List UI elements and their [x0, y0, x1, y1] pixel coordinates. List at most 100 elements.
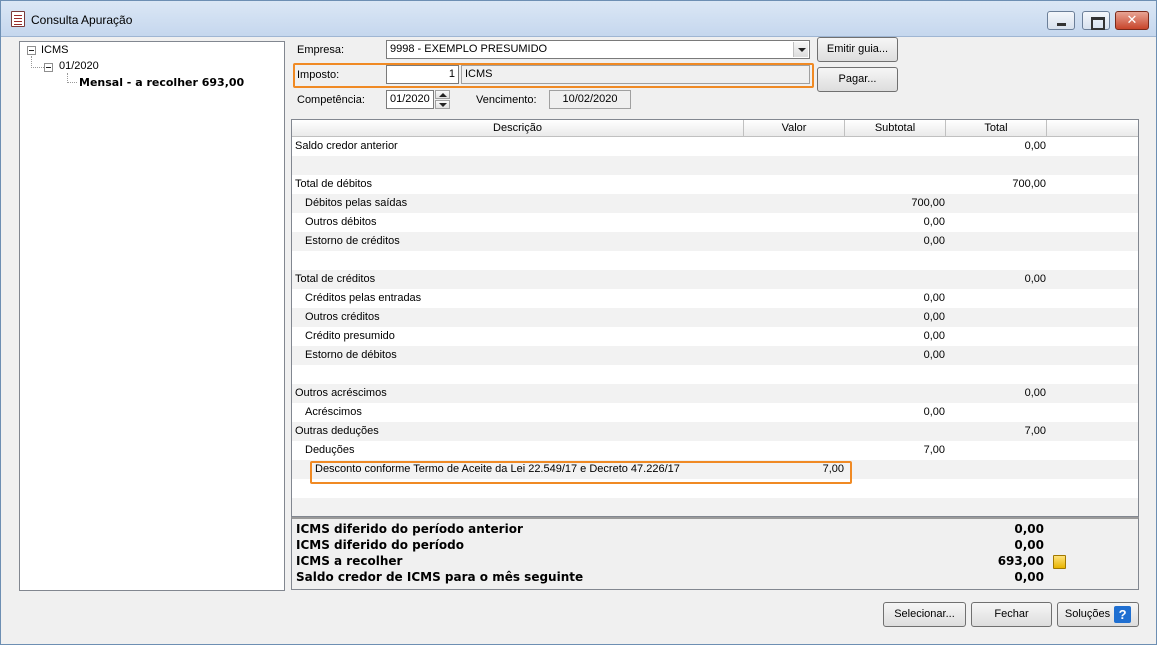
cell-total	[946, 308, 1046, 327]
cell-total	[946, 194, 1046, 213]
table-row[interactable]: Outros acréscimos 0,00	[292, 384, 1138, 403]
cell-valor	[744, 422, 844, 441]
table-row[interactable]: Outros créditos 0,00	[292, 308, 1138, 327]
cell-total: 0,00	[1024, 273, 1046, 285]
document-icon	[11, 11, 25, 27]
table-row[interactable]: Débitos pelas saídas 700,00	[292, 194, 1138, 213]
summary-value: 0,00	[1014, 538, 1044, 552]
cell-valor	[744, 289, 844, 308]
table-row[interactable]: Estorno de créditos 0,00	[292, 232, 1138, 251]
column-header-descricao[interactable]: Descrição	[292, 120, 744, 136]
cell-descricao: Débitos pelas saídas	[305, 197, 408, 209]
summary-label: ICMS a recolher	[296, 554, 403, 568]
table-row[interactable]: Créditos pelas entradas 0,00	[292, 289, 1138, 308]
cell-valor	[744, 137, 844, 156]
cell-valor	[744, 194, 844, 213]
cell-total: 0,00	[1024, 140, 1046, 152]
table-row[interactable]: Desconto conforme Termo de Aceite da Lei…	[292, 460, 1138, 479]
solucoes-button[interactable]: Soluções?	[1057, 602, 1139, 627]
table-row[interactable]: Saldo credor anterior 0,00	[292, 137, 1138, 156]
cell-valor	[744, 270, 844, 289]
selecionar-button[interactable]: Selecionar...	[883, 602, 966, 627]
table-row[interactable]: Crédito presumido 0,00	[292, 327, 1138, 346]
table-row[interactable]: Total de débitos 700,00	[292, 175, 1138, 194]
competencia-spinner[interactable]	[435, 90, 450, 109]
table-row[interactable]	[292, 365, 1138, 384]
tree-connector	[31, 67, 44, 68]
cell-total	[946, 403, 1046, 422]
tree-node-period[interactable]: 01/2020	[59, 60, 99, 72]
solucoes-label: Soluções	[1064, 608, 1111, 620]
collapse-icon[interactable]	[27, 46, 36, 55]
cell-valor	[744, 251, 844, 270]
spin-up-icon[interactable]	[435, 90, 450, 99]
pagar-button[interactable]: Pagar...	[817, 67, 898, 92]
summary-value: 0,00	[1014, 522, 1044, 536]
cell-descricao: Saldo credor anterior	[295, 140, 398, 152]
summary-row: ICMS diferido do período 0,00	[296, 538, 1136, 554]
apuracao-tree[interactable]: ICMS 01/2020 Mensal - a recolher 693,00	[19, 41, 285, 591]
close-icon: ✕	[1126, 12, 1138, 27]
cell-total	[946, 365, 1046, 384]
grid-header: Descrição Valor Subtotal Total	[292, 120, 1138, 137]
table-row[interactable]: Acréscimos 0,00	[292, 403, 1138, 422]
empresa-select[interactable]: 9998 - EXEMPLO PRESUMIDO	[386, 40, 810, 59]
cell-subtotal: 0,00	[923, 235, 945, 247]
competencia-input[interactable]: 01/2020	[386, 90, 434, 109]
empresa-label: Empresa:	[297, 44, 345, 56]
cell-subtotal	[845, 175, 945, 194]
cell-descricao: Créditos pelas entradas	[305, 292, 422, 304]
table-row[interactable]	[292, 251, 1138, 270]
cell-valor	[744, 175, 844, 194]
chevron-down-icon[interactable]	[793, 42, 808, 57]
calculator-icon[interactable]	[1053, 555, 1066, 569]
cell-valor	[744, 365, 844, 384]
cell-subtotal: 0,00	[923, 406, 945, 418]
cell-total	[946, 346, 1046, 365]
cell-subtotal	[845, 422, 945, 441]
competencia-label: Competência:	[297, 94, 365, 106]
table-row[interactable]: Total de créditos 0,00	[292, 270, 1138, 289]
cell-subtotal: 0,00	[923, 216, 945, 228]
vencimento-field: 10/02/2020	[549, 90, 631, 109]
emitir-guia-button[interactable]: Emitir guia...	[817, 37, 898, 62]
column-header-total[interactable]: Total	[946, 120, 1047, 136]
summary-label: Saldo credor de ICMS para o mês seguinte	[296, 570, 584, 584]
empresa-value: 9998 - EXEMPLO PRESUMIDO	[390, 43, 548, 55]
cell-valor	[744, 232, 844, 251]
cell-total	[946, 156, 1046, 175]
cell-descricao: Outros débitos	[305, 216, 377, 228]
summary-label: ICMS diferido do período	[296, 538, 464, 552]
spin-down-icon[interactable]	[435, 100, 450, 109]
tree-node-mensal[interactable]: Mensal - a recolher 693,00	[79, 76, 244, 89]
table-row[interactable]: Outras deduções 7,00	[292, 422, 1138, 441]
cell-total	[946, 251, 1046, 270]
column-header-valor[interactable]: Valor	[744, 120, 845, 136]
cell-valor	[744, 327, 844, 346]
collapse-icon[interactable]	[44, 63, 53, 72]
table-row[interactable]	[292, 156, 1138, 175]
table-row[interactable]: Estorno de débitos 0,00	[292, 346, 1138, 365]
table-row-empty	[292, 498, 1138, 516]
imposto-name-field: ICMS	[461, 65, 810, 84]
tree-node-icms[interactable]: ICMS	[41, 44, 69, 56]
apuracao-grid[interactable]: Descrição Valor Subtotal Total Saldo cre…	[291, 119, 1139, 517]
cell-descricao: Deduções	[305, 444, 355, 456]
imposto-code-input[interactable]: 1	[386, 65, 459, 84]
cell-total	[946, 232, 1046, 251]
close-button[interactable]: ✕	[1115, 11, 1149, 30]
summary-value: 693,00	[997, 554, 1044, 568]
cell-descricao: Crédito presumido	[305, 330, 395, 342]
cell-valor	[744, 346, 844, 365]
cell-subtotal: 7,00	[923, 444, 945, 456]
table-row[interactable]: Outros débitos 0,00	[292, 213, 1138, 232]
cell-descricao: Outros acréscimos	[295, 387, 387, 399]
maximize-button[interactable]	[1082, 11, 1110, 30]
minimize-button[interactable]	[1047, 11, 1075, 30]
cell-subtotal	[845, 251, 945, 270]
table-row[interactable]: Deduções 7,00	[292, 441, 1138, 460]
fechar-button[interactable]: Fechar	[971, 602, 1052, 627]
cell-descricao: Desconto conforme Termo de Aceite da Lei…	[315, 463, 680, 475]
column-header-subtotal[interactable]: Subtotal	[845, 120, 946, 136]
cell-valor	[744, 441, 844, 460]
